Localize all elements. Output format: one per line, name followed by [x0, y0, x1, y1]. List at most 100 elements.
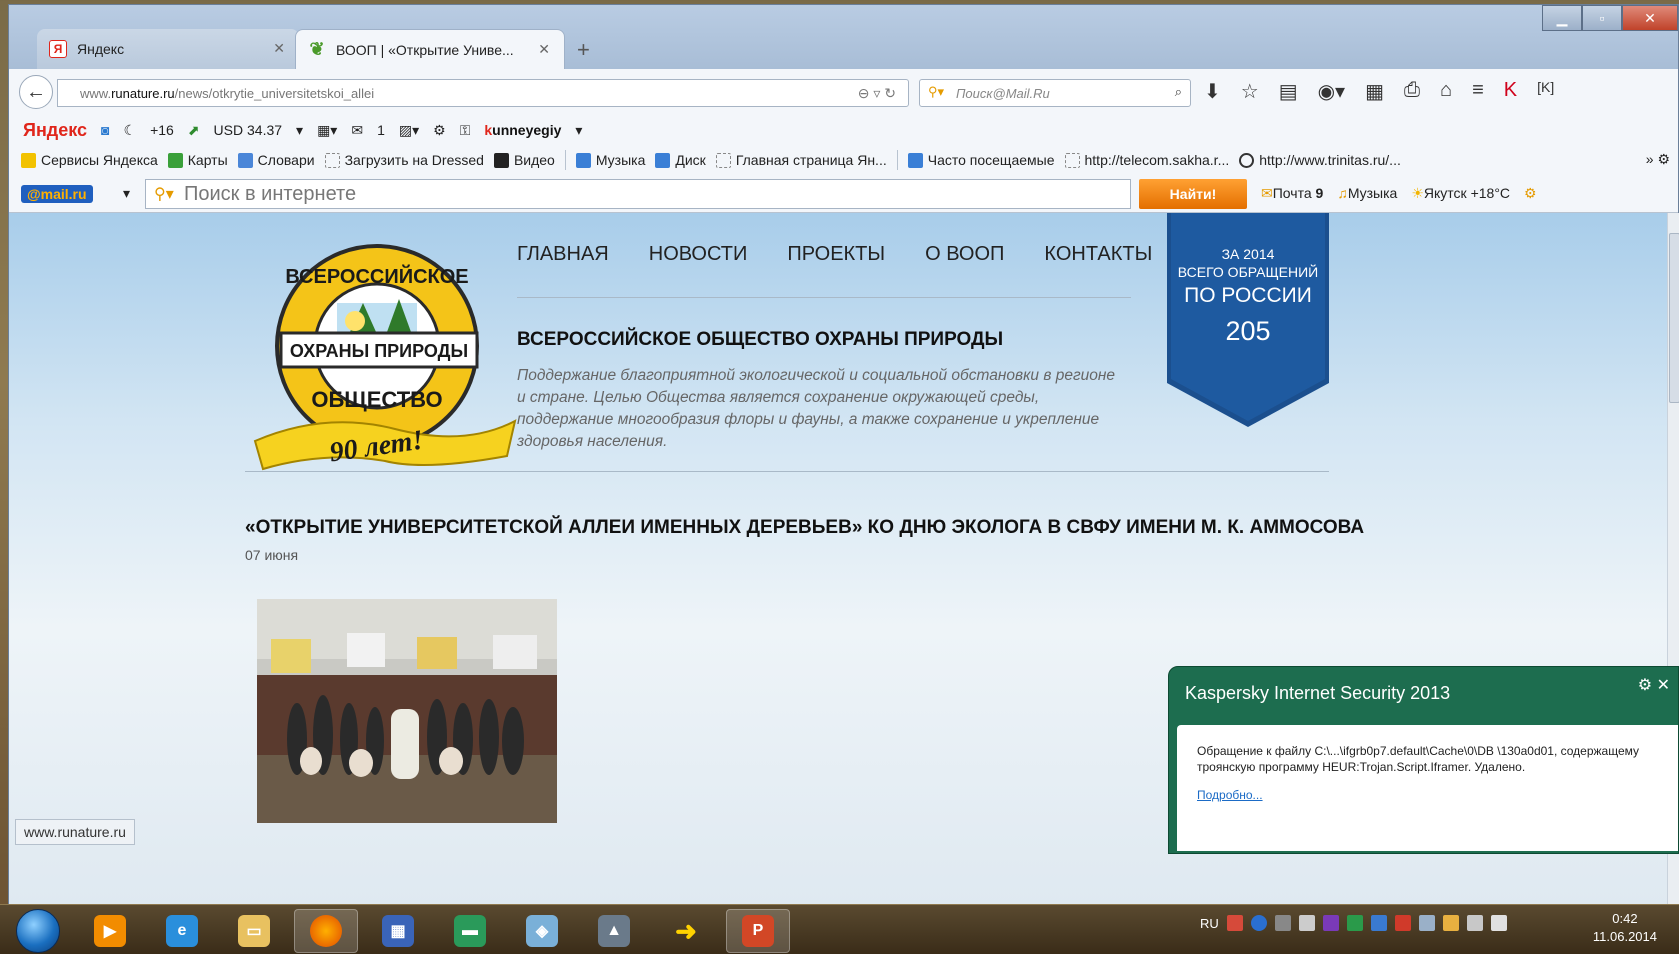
- settings-gear-icon[interactable]: ⚙: [1638, 677, 1652, 694]
- voop-logo[interactable]: ВСЕРОССИЙСКОЕ ОХРАНЫ ПРИРОДЫ ОБЩЕСТВО 90…: [245, 241, 525, 481]
- nav-about[interactable]: О ВООП: [925, 243, 1004, 266]
- tray-app-icon[interactable]: [1274, 915, 1291, 931]
- close-tab-icon[interactable]: ✕: [538, 41, 550, 58]
- internet-search-input[interactable]: ⚲▾ Поиск в интернете: [145, 179, 1131, 209]
- reading-list-icon[interactable]: ▤: [1279, 79, 1298, 104]
- bookmark-yandex-services[interactable]: Сервисы Яндекса: [21, 152, 158, 168]
- tray-app-icon[interactable]: [1442, 915, 1459, 931]
- more-bookmarks-icon[interactable]: » ⚙: [1646, 151, 1670, 168]
- taskbar-card[interactable]: ▬: [438, 909, 502, 953]
- username[interactable]: kunneyegiy: [484, 122, 561, 138]
- taskbar-explorer[interactable]: ▭: [222, 909, 286, 953]
- nav-news[interactable]: НОВОСТИ: [649, 243, 748, 266]
- help-icon[interactable]: [1250, 915, 1267, 931]
- search-input[interactable]: ⚲▾ Поиск@Mail.Ru ⌕: [919, 79, 1191, 107]
- find-button[interactable]: Найти!: [1139, 179, 1247, 209]
- scrollbar-thumb[interactable]: [1669, 233, 1679, 403]
- start-button[interactable]: [16, 909, 60, 953]
- site-title: ВСЕРОССИЙСКОЕ ОБЩЕСТВО ОХРАНЫ ПРИРОДЫ: [517, 329, 1004, 350]
- bookmark-disk[interactable]: Диск: [655, 152, 706, 168]
- mail-count[interactable]: 1: [377, 122, 385, 138]
- taskbar-app-arrow[interactable]: ➜: [654, 909, 718, 953]
- user-dropdown-icon[interactable]: ▾: [575, 122, 582, 139]
- bookmark-maps[interactable]: Карты: [167, 152, 228, 168]
- clock[interactable]: 0:42 11.06.2014: [1593, 910, 1657, 946]
- kaspersky-tray-icon[interactable]: [1394, 915, 1411, 931]
- article-photo[interactable]: [257, 599, 557, 823]
- apps-grid-icon[interactable]: ▦: [1365, 79, 1384, 104]
- search-engine-icon[interactable]: ⚲▾: [154, 184, 174, 204]
- minimize-button[interactable]: ▁: [1542, 5, 1582, 31]
- onenote-icon[interactable]: [1322, 915, 1339, 931]
- bookmark-yandex-home[interactable]: Главная страница Ян...: [715, 152, 887, 168]
- search-icon[interactable]: ⌕: [1175, 84, 1182, 100]
- tray-app-icon[interactable]: [1226, 915, 1243, 931]
- tray-app-icon[interactable]: [1346, 915, 1363, 931]
- taskbar-media-player[interactable]: ▶: [78, 909, 142, 953]
- tab-yandex[interactable]: Я Яндекс ✕: [37, 29, 299, 69]
- briefcase-icon[interactable]: ▦▾: [317, 122, 337, 139]
- bookmark-most-visited[interactable]: Часто посещаемые: [907, 152, 1055, 168]
- yandex-logo[interactable]: Яндекс: [23, 120, 87, 141]
- tray-app-icon[interactable]: [1370, 915, 1387, 931]
- taskbar-powerpoint[interactable]: P: [726, 909, 790, 953]
- bookmark-video[interactable]: Видео: [493, 152, 555, 168]
- taskbar-app-shield[interactable]: ◈: [510, 909, 574, 953]
- bookmark-star-icon[interactable]: ☆: [1241, 79, 1259, 104]
- currency-value[interactable]: USD 34.37: [214, 122, 282, 138]
- divider: [245, 471, 1329, 472]
- mail-icon[interactable]: ✉: [351, 122, 363, 139]
- nav-home[interactable]: ГЛАВНАЯ: [517, 243, 609, 266]
- menu-icon[interactable]: ≡: [1472, 79, 1484, 104]
- tab-voop[interactable]: ❦ ВООП | «Открытие Униве... ✕: [295, 29, 565, 69]
- settings-gear-icon[interactable]: ⚙: [433, 122, 446, 139]
- bookmark-telecom[interactable]: http://telecom.sakha.r...: [1064, 152, 1229, 168]
- taskbar-calculator[interactable]: ▦: [366, 909, 430, 953]
- reload-icon[interactable]: ⊖ ▿ ↻: [858, 85, 896, 102]
- graduation-icon: ▲: [598, 915, 630, 947]
- nav-projects[interactable]: ПРОЕКТЫ: [787, 243, 885, 266]
- back-button[interactable]: ←: [19, 75, 53, 109]
- url-bar[interactable]: www. runature.ru/news/otkrytie_universite…: [57, 79, 909, 107]
- bookmark-dressed[interactable]: Загрузить на Dressed: [324, 152, 484, 168]
- weather-icon[interactable]: ☾: [124, 122, 137, 139]
- details-link[interactable]: Подробно...: [1197, 787, 1658, 803]
- bookmark-trinitas[interactable]: http://www.trinitas.ru/...: [1239, 152, 1401, 168]
- new-tab-button[interactable]: +: [577, 37, 590, 63]
- close-tab-icon[interactable]: ✕: [273, 40, 285, 57]
- network-icon[interactable]: [1418, 915, 1435, 931]
- weather-value[interactable]: +16: [150, 122, 174, 138]
- k-extension-icon[interactable]: [K]: [1537, 79, 1554, 104]
- bookmark-dictionaries[interactable]: Словари: [237, 152, 315, 168]
- article-date: 07 июня: [245, 547, 299, 563]
- close-icon[interactable]: ✕: [1657, 677, 1670, 694]
- mailru-logo[interactable]: @mail.ru: [21, 185, 93, 203]
- home-icon[interactable]: ⌂: [1440, 79, 1452, 104]
- kaspersky-notification: Kaspersky Internet Security 2013 ⚙ ✕ Обр…: [1168, 666, 1679, 854]
- bookmark-music[interactable]: Музыка: [575, 152, 645, 168]
- notes-icon[interactable]: ▨▾: [399, 122, 419, 139]
- taskbar-internet-explorer[interactable]: e: [150, 909, 214, 953]
- mail-link[interactable]: ✉Почта 9: [1261, 185, 1323, 202]
- nav-contacts[interactable]: КОНТАКТЫ: [1044, 243, 1152, 266]
- close-window-button[interactable]: ✕: [1622, 5, 1678, 31]
- dropdown-icon[interactable]: ▾: [296, 122, 303, 139]
- music-link[interactable]: ♫Музыка: [1337, 185, 1397, 202]
- chat-icon[interactable]: ◉▾: [1318, 79, 1346, 104]
- volume-icon[interactable]: [1490, 915, 1507, 931]
- taskbar-app-student[interactable]: ▲: [582, 909, 646, 953]
- taskbar-firefox[interactable]: [294, 909, 358, 953]
- settings-gear-icon[interactable]: ⚙: [1524, 185, 1537, 202]
- language-indicator[interactable]: RU: [1200, 916, 1219, 931]
- page-icon: [715, 152, 731, 168]
- yandex-refresh-icon[interactable]: ◙: [101, 122, 109, 138]
- download-icon[interactable]: ⬇: [1204, 79, 1221, 104]
- print-icon[interactable]: ⎙: [1404, 79, 1420, 104]
- flag-icon[interactable]: [1298, 915, 1315, 931]
- notification-icon[interactable]: [1466, 915, 1483, 931]
- search-engine-icon[interactable]: ⚲▾: [928, 84, 944, 100]
- kaspersky-icon[interactable]: K: [1504, 79, 1517, 104]
- weather-link[interactable]: ☀Якутск +18°C: [1411, 185, 1510, 202]
- dropdown-icon[interactable]: ▾: [123, 185, 130, 202]
- maximize-button[interactable]: ▫: [1582, 5, 1622, 31]
